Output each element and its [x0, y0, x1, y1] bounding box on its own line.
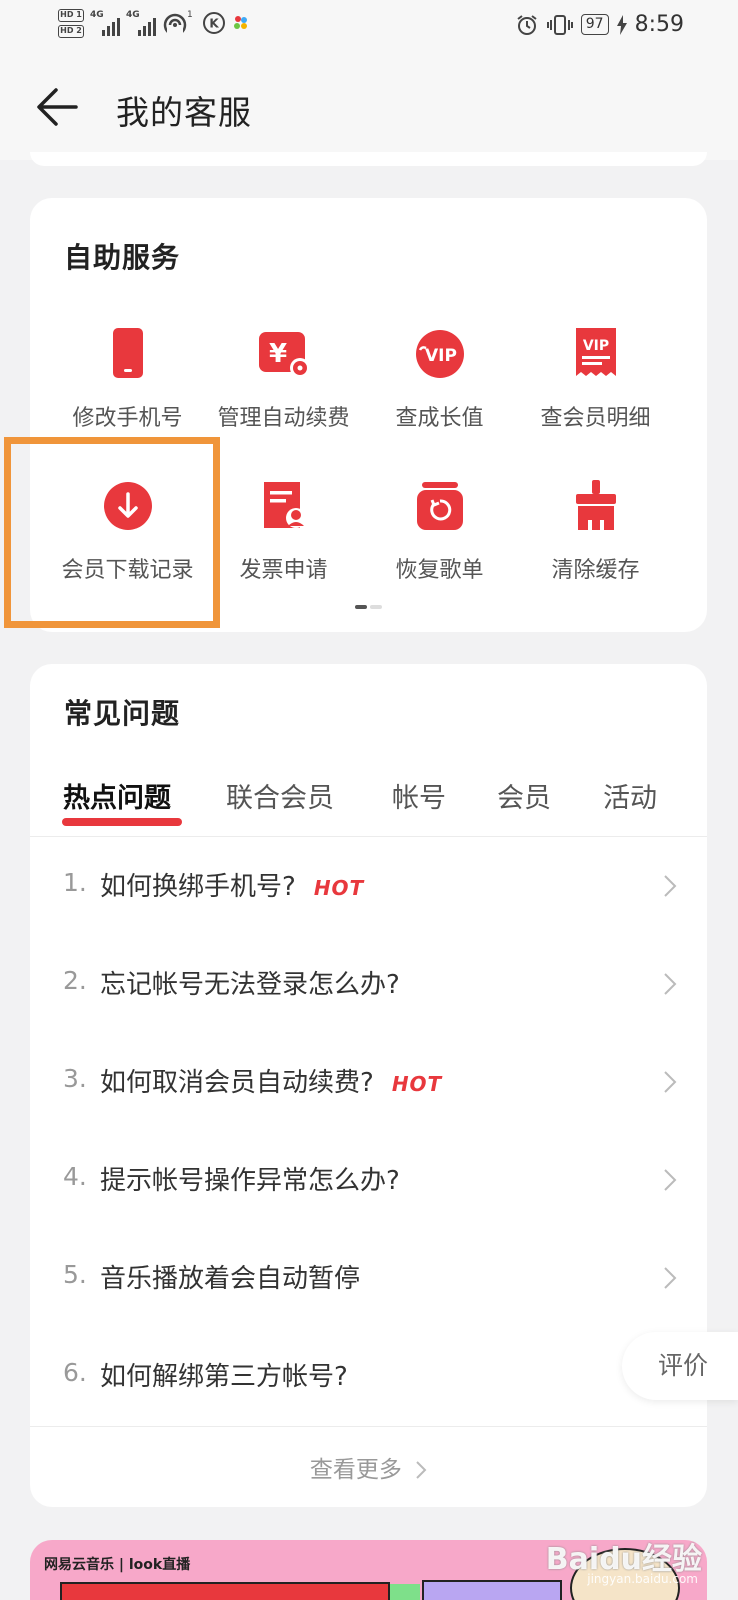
back-arrow-icon[interactable] [34, 84, 80, 130]
service-item-clear-cache[interactable]: 清除缓存 [511, 470, 680, 590]
service-item-label: 发票申请 [239, 558, 328, 583]
page-indicator [355, 605, 385, 609]
vibrate-icon [546, 14, 573, 35]
service-item-growth-value[interactable]: VIP 查成长值 [355, 318, 524, 438]
broom-icon [575, 480, 616, 530]
faq-item[interactable]: 2. 忘记帐号无法登录怎么办? [30, 936, 707, 1034]
faq-item-text: 如何解绑第三方帐号? [100, 1362, 348, 1392]
signal-2-icon: 4G [126, 10, 156, 36]
phone-icon [112, 328, 143, 378]
service-item-change-phone[interactable]: 修改手机号 [43, 318, 212, 438]
faq-item-number: 3. [63, 1064, 87, 1093]
divider [30, 836, 707, 837]
vip-receipt-icon: VIP [575, 328, 616, 376]
active-tab-indicator [62, 818, 182, 826]
service-item-label: 恢复歌单 [395, 558, 484, 583]
alarm-icon [517, 14, 537, 35]
svg-text:K: K [209, 17, 219, 31]
k-app-icon: K [203, 12, 225, 34]
service-item-label: 查会员明细 [540, 406, 651, 431]
hd-2-indicator: HD 2 [58, 24, 84, 38]
service-item-restore-playlist[interactable]: 恢复歌单 [355, 470, 524, 590]
tab-membership[interactable]: 会员 [497, 776, 551, 815]
yuan-card-icon: ¥ [258, 332, 310, 378]
hd-indicators: HD 1 HD 2 [58, 8, 84, 38]
divider [30, 1426, 707, 1427]
charging-icon [616, 14, 627, 35]
chevron-right-icon [416, 1461, 427, 1479]
signal-1-icon: 4G [90, 10, 120, 36]
faq-card: 常见问题 热点问题 联合会员 帐号 会员 活动 1. 如何换绑手机号? HOT 2… [30, 664, 707, 1507]
service-item-label: 清除缓存 [551, 558, 640, 583]
svg-text:VIP: VIP [582, 338, 608, 354]
banner-graphic [422, 1580, 562, 1600]
faq-item-number: 6. [63, 1358, 87, 1387]
clock: 8:59 [634, 12, 684, 37]
banner-graphic [60, 1582, 390, 1600]
faq-item-number: 1. [63, 868, 87, 897]
invoice-icon [263, 482, 306, 528]
status-bar: HD 1 HD 2 4G 4G 1 K 97 8:59 [0, 0, 738, 56]
faq-item-number: 4. [63, 1162, 87, 1191]
service-item-vip-details[interactable]: VIP 查会员明细 [511, 318, 680, 438]
chevron-right-icon [664, 1169, 677, 1191]
self-service-title: 自助服务 [64, 241, 181, 274]
tab-joint-membership[interactable]: 联合会员 [226, 776, 334, 815]
faq-item[interactable]: 1. 如何换绑手机号? HOT [30, 838, 707, 936]
chevron-right-icon [664, 875, 677, 897]
hd-1-indicator: HD 1 [58, 8, 84, 22]
hotspot-icon: 1 [163, 10, 193, 37]
chevron-right-icon [664, 1071, 677, 1093]
tab-account[interactable]: 帐号 [392, 776, 446, 815]
highlight-box [4, 437, 220, 628]
service-item-label: 管理自动续费 [217, 406, 350, 431]
watermark-url: jingyan.baidu.com [587, 1572, 698, 1586]
faq-item[interactable]: 6. 如何解绑第三方帐号? [30, 1328, 707, 1426]
chevron-right-icon [664, 973, 677, 995]
faq-item[interactable]: 5. 音乐播放着会自动暂停 [30, 1230, 707, 1328]
view-more-link[interactable]: 查看更多 [30, 1450, 707, 1484]
hot-badge: HOT [313, 876, 365, 900]
rate-button[interactable]: 评价 [622, 1332, 738, 1400]
service-item-invoice[interactable]: 发票申请 [199, 470, 368, 590]
faq-item-text: 如何取消会员自动续费? HOT [100, 1068, 443, 1098]
faq-item-number: 5. [63, 1260, 87, 1289]
battery-indicator: 97 [580, 14, 609, 35]
service-item-label: 修改手机号 [72, 406, 183, 431]
banner-graphic [390, 1584, 420, 1600]
vip-badge-icon: VIP [415, 330, 464, 378]
service-item-auto-renew[interactable]: ¥ 管理自动续费 [199, 318, 368, 438]
tab-hot-questions[interactable]: 热点问题 [63, 776, 171, 815]
svg-text:¥: ¥ [268, 339, 286, 369]
restore-icon [416, 482, 463, 530]
faq-item[interactable]: 4. 提示帐号操作异常怎么办? [30, 1132, 707, 1230]
svg-text:VIP: VIP [425, 346, 457, 366]
service-item-label: 查成长值 [395, 406, 484, 431]
faq-item-text: 音乐播放着会自动暂停 [100, 1264, 361, 1294]
faq-item-text: 如何换绑手机号? HOT [100, 872, 365, 902]
chevron-right-icon [664, 1267, 677, 1289]
faq-tabs: 热点问题 联合会员 帐号 会员 活动 [30, 776, 707, 828]
faq-item-text: 忘记帐号无法登录怎么办? [100, 970, 400, 1000]
faq-item-text: 提示帐号操作异常怎么办? [100, 1166, 400, 1196]
faq-item-number: 2. [63, 966, 87, 995]
faq-item[interactable]: 3. 如何取消会员自动续费? HOT [30, 1034, 707, 1132]
top-card-edge [30, 152, 707, 166]
pinwheel-app-icon [234, 16, 247, 29]
tab-activities[interactable]: 活动 [603, 776, 657, 815]
page-header: 我的客服 [0, 56, 738, 160]
page-title: 我的客服 [116, 93, 252, 132]
svg-text:1: 1 [187, 10, 193, 20]
hot-badge: HOT [391, 1072, 443, 1096]
banner-brand-text: 网易云音乐 | look直播 [44, 1557, 191, 1573]
faq-title: 常见问题 [64, 697, 181, 730]
